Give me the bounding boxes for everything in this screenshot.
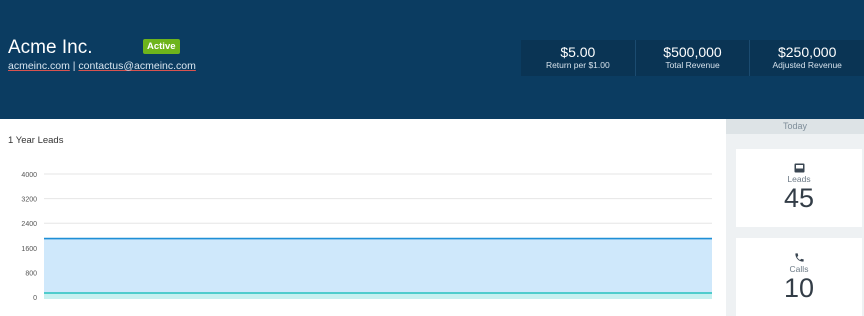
- company-name: Acme Inc.: [8, 37, 93, 58]
- series-area: [44, 238, 712, 299]
- y-tick-label: 2400: [21, 221, 37, 228]
- stat-adjusted-revenue: $250,000 Adjusted Revenue: [749, 40, 864, 76]
- stat-label: Adjusted Revenue: [772, 60, 842, 70]
- stat-label: Return per $1.00: [545, 60, 610, 70]
- inbox-icon: [794, 163, 804, 173]
- y-tick-label: 4000: [21, 172, 37, 179]
- company-contact: acmeinc.com | contactus@acmeinc.com: [8, 60, 196, 72]
- y-tick-label: 0: [33, 295, 37, 302]
- stat-value: $5.00: [560, 44, 596, 60]
- leads-card[interactable]: Leads 45: [736, 149, 862, 227]
- website-link[interactable]: acmeinc.com: [8, 60, 70, 72]
- revenue-stats: $5.00 Return per $1.00 $500,000 Total Re…: [521, 40, 864, 76]
- email-link[interactable]: contactus@acmeinc.com: [78, 60, 195, 72]
- leads-value: 45: [783, 183, 815, 213]
- series-area: [44, 293, 712, 299]
- calls-card[interactable]: Calls 10: [736, 238, 862, 316]
- stat-label: Total Revenue: [665, 60, 720, 70]
- leads-chart-panel: 4000 3200 2400 1600 800 0 1 Year Leads: [0, 119, 726, 316]
- leads-chart: 4000 3200 2400 1600 800 0: [21, 172, 712, 302]
- stat-return: $5.00 Return per $1.00: [521, 40, 635, 76]
- y-tick-label: 800: [25, 270, 37, 277]
- stat-value: $500,000: [663, 44, 722, 60]
- today-header: Today: [726, 119, 864, 134]
- today-panel: Today Leads 45 Calls 10: [726, 119, 864, 316]
- company-header: Acme Inc. Active acmeinc.com | contactus…: [0, 0, 864, 119]
- y-tick-label: 1600: [21, 246, 37, 253]
- status-badge: Active: [143, 39, 180, 54]
- stat-value: $250,000: [777, 44, 837, 60]
- phone-icon: [794, 253, 804, 262]
- stat-total-revenue: $500,000 Total Revenue: [634, 40, 750, 76]
- chart-title: 1 Year Leads: [8, 135, 64, 146]
- y-tick-label: 3200: [21, 197, 37, 204]
- calls-value: 10: [783, 273, 815, 303]
